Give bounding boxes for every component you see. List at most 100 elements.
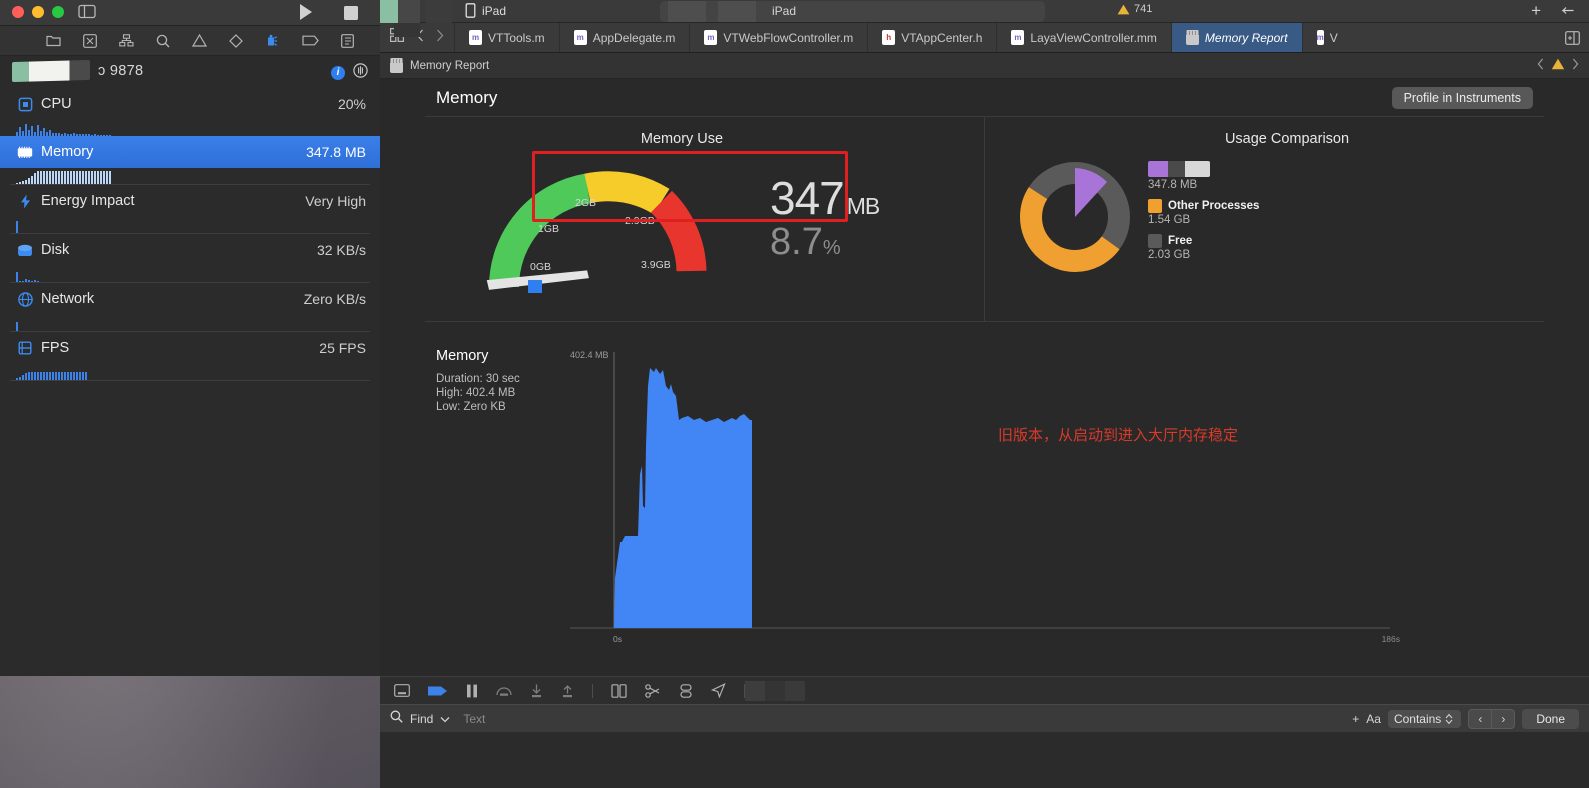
warning-counter[interactable]: 741	[1117, 3, 1152, 15]
scheme-status-pill[interactable]	[660, 1, 1045, 22]
breakpoint-icon[interactable]	[302, 35, 319, 46]
minimize-icon[interactable]	[32, 6, 44, 18]
info-icon[interactable]: i	[331, 66, 345, 80]
stop-button[interactable]	[344, 6, 358, 25]
warning-triangle-icon[interactable]	[1551, 58, 1565, 73]
hide-debug-area-icon[interactable]	[394, 684, 410, 697]
gauge-row-fps[interactable]: FPS 25 FPS	[0, 332, 380, 364]
environment-overrides-icon[interactable]	[679, 683, 693, 698]
objc-file-icon: m	[573, 30, 587, 45]
close-icon[interactable]	[12, 6, 24, 18]
jumpbar-label[interactable]: Memory Report	[410, 60, 489, 72]
memory-graph-plot: 402.4 MB 0s 186s 旧版本，从启动到进入大厅内存稳定	[570, 346, 1400, 644]
find-previous-button[interactable]: ‹	[1469, 709, 1493, 728]
memory-sparkline	[0, 168, 380, 184]
match-case-button[interactable]: Aa	[1366, 712, 1381, 726]
disk-icon	[16, 244, 34, 256]
scheme-device-label: iPad	[482, 3, 507, 18]
forward-chevron-icon[interactable]	[436, 29, 444, 47]
add-editor-button[interactable]: +	[1531, 2, 1541, 20]
redacted-scheme-block-1	[668, 1, 706, 22]
objc-file-icon: m	[1316, 30, 1324, 45]
step-out-icon[interactable]	[561, 684, 574, 698]
report-header: Memory Profile in Instruments	[380, 79, 1589, 116]
tab-label: LayaViewController.mm	[1030, 30, 1157, 45]
redacted-titlebar-block-1	[380, 0, 398, 23]
next-issue-icon[interactable]	[1572, 58, 1579, 73]
debug-view-hierarchy-icon[interactable]	[611, 683, 627, 698]
debug-memory-graph-icon[interactable]	[645, 683, 661, 698]
editor-options-icon[interactable]	[1560, 4, 1575, 22]
symbol-hierarchy-icon[interactable]	[119, 34, 134, 47]
inspector-toggle[interactable]	[1556, 23, 1589, 52]
tab-label: VTWebFlowController.m	[723, 30, 854, 45]
folder-icon[interactable]	[46, 34, 61, 47]
sidebar-toggle-icon[interactable]	[78, 4, 96, 24]
debug-view-toggle-icon[interactable]	[428, 685, 448, 697]
memory-area-chart	[570, 352, 1390, 629]
window-controls[interactable]	[12, 6, 64, 18]
find-next-button[interactable]: ›	[1492, 710, 1514, 728]
editor-tab-memory-report[interactable]: Memory Report	[1170, 23, 1302, 52]
editor-tab-layaviewcontroller[interactable]: m LayaViewController.mm	[996, 23, 1171, 52]
pause-button[interactable]	[466, 684, 478, 698]
match-mode-label: Contains	[1393, 711, 1442, 726]
test-diamond-icon[interactable]	[229, 33, 243, 48]
match-mode-dropdown[interactable]: Contains	[1387, 709, 1462, 728]
step-into-icon[interactable]	[530, 684, 543, 698]
zoom-icon[interactable]	[52, 6, 64, 18]
view-mode-icon[interactable]	[353, 63, 368, 83]
gauge-row-memory[interactable]: Memory 347.8 MB	[0, 136, 380, 168]
issue-warning-icon[interactable]	[192, 34, 207, 47]
usage-comparison-title: Usage Comparison	[1224, 131, 1350, 147]
tab-label: AppDelegate.m	[592, 30, 676, 45]
editor-tab-vtappcenter[interactable]: h VTAppCenter.h	[867, 23, 996, 52]
search-icon[interactable]	[156, 34, 170, 48]
report-navigator-icon[interactable]	[341, 33, 354, 48]
find-input[interactable]: Text	[457, 712, 1345, 726]
run-button[interactable]	[298, 3, 314, 26]
gauge-row-cpu[interactable]: CPU 20%	[0, 88, 380, 120]
debug-navigator-icon[interactable]	[265, 34, 280, 48]
redacted-debug-block	[745, 681, 805, 701]
energy-sparkline	[0, 217, 380, 233]
editor-tab-overflow[interactable]: m V	[1301, 23, 1340, 52]
graph-annotation: 旧版本，从启动到进入大厅内存稳定	[998, 426, 1239, 444]
tab-label: Memory Report	[1204, 30, 1288, 45]
add-search-token-button[interactable]: +	[1352, 712, 1359, 726]
x-axis-end-label: 186s	[1381, 634, 1400, 644]
source-control-icon[interactable]	[83, 33, 97, 48]
ipad-icon	[465, 3, 476, 18]
simulate-location-icon[interactable]	[711, 683, 726, 698]
editor-tab-vtwebflowcontroller[interactable]: m VTWebFlowController.m	[689, 23, 867, 52]
previous-issue-icon[interactable]	[1537, 58, 1544, 73]
gauge-label: Energy Impact	[41, 193, 135, 209]
energy-bolt-icon	[16, 194, 34, 209]
find-bar: Find Text + Aa Contains ‹ › Done	[380, 704, 1589, 732]
find-mode-label[interactable]: Find	[410, 712, 433, 726]
find-navigation-segments[interactable]: ‹ ›	[1468, 708, 1516, 729]
page-title: Memory	[436, 87, 498, 107]
window-bottom-area	[380, 732, 1589, 788]
profile-in-instruments-button[interactable]: Profile in Instruments	[1391, 86, 1533, 109]
editor-tab-vttools[interactable]: m VTTools.m	[454, 23, 559, 52]
stepper-chevrons-icon	[1445, 713, 1453, 724]
debug-header-actions: i	[331, 63, 368, 83]
memory-graph-meta: Memory Duration: 30 sec High: 402.4 MB L…	[436, 348, 520, 414]
editor-tab-appdelegate[interactable]: m AppDelegate.m	[558, 23, 690, 52]
redacted-titlebar-block-4	[394, 23, 420, 37]
search-icon	[390, 710, 403, 728]
warning-count-label: 741	[1134, 3, 1153, 15]
usage-legend: 347.8 MB Other Processes 1.54 GB Free 2.…	[1148, 161, 1259, 269]
gauge-row-disk[interactable]: Disk 32 KB/s	[0, 234, 380, 266]
done-button[interactable]: Done	[1522, 708, 1579, 729]
step-over-icon[interactable]	[496, 684, 512, 697]
legend-item-other-processes: Other Processes 1.54 GB	[1148, 199, 1259, 226]
redacted-scheme-block-2	[718, 1, 756, 22]
scheme-device-selector[interactable]: iPad	[465, 3, 506, 18]
gauge-row-energy-impact[interactable]: Energy Impact Very High	[0, 185, 380, 217]
tab-label: VTTools.m	[488, 30, 545, 45]
chevron-down-icon[interactable]	[440, 710, 450, 728]
gauge-tick-1gb: 1GB	[538, 223, 560, 235]
gauge-row-network[interactable]: Network Zero KB/s	[0, 283, 380, 315]
